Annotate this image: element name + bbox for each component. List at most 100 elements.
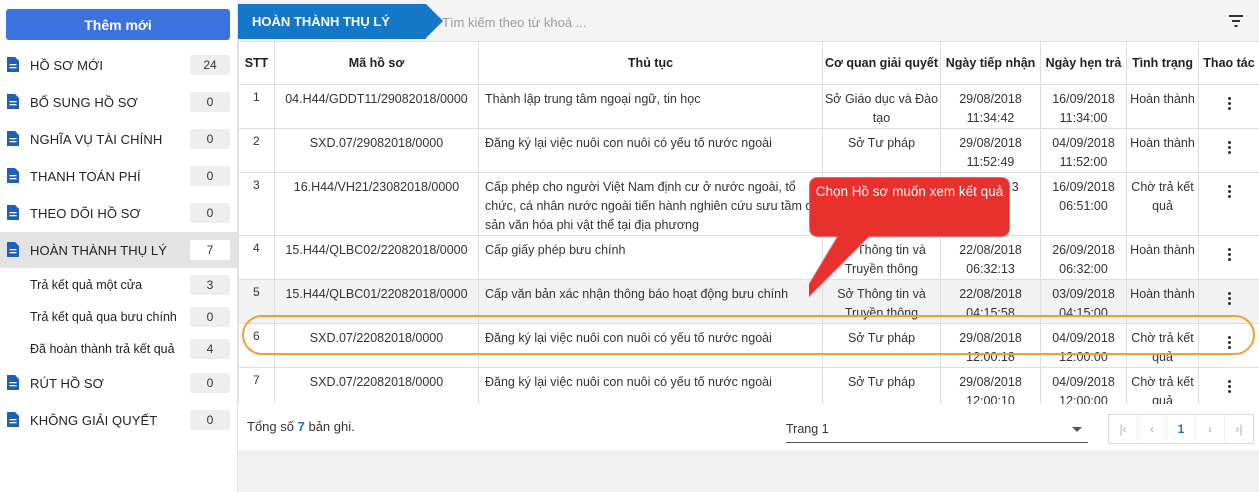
tab-label: HOÀN THÀNH THỤ LÝ bbox=[252, 14, 390, 29]
sidebar-subitem-da-hoan-thanh-tra-ket-qua[interactable]: Đã hoàn thành trả kết quả 4 bbox=[0, 333, 237, 365]
cell-ma-ho-so: 04.H44/GDDT11/29082018/0000 bbox=[274, 84, 479, 129]
sidebar-subitem-tra-ket-qua-mot-cua[interactable]: Trả kết quả một cửa 3 bbox=[0, 269, 237, 301]
cell-ngay-hen-tra: 04/09/2018 11:52:00 bbox=[1040, 128, 1127, 173]
more-actions-icon[interactable] bbox=[1219, 376, 1239, 396]
sidebar-item-count: 0 bbox=[190, 410, 230, 430]
cell-ma-ho-so: SXD.07/29082018/0000 bbox=[274, 128, 479, 173]
document-icon bbox=[7, 57, 19, 72]
col-header-ngay-hen-tra[interactable]: Ngày hẹn trả bbox=[1040, 41, 1127, 85]
cell-ngay-tiep-nhan: 29/08/2018 12:00:18 bbox=[940, 323, 1041, 368]
callout-text: Chọn Hồ sơ muốn xem kết quả bbox=[815, 184, 1004, 199]
sidebar-item-bo-sung-ho-so[interactable]: BỔ SUNG HỒ SƠ 0 bbox=[0, 84, 237, 120]
total-records: Tổng số 7 bản ghi. bbox=[247, 419, 355, 434]
last-page-icon[interactable]: ›| bbox=[1225, 415, 1253, 443]
more-actions-icon[interactable] bbox=[1219, 93, 1239, 113]
tab-chevron bbox=[426, 4, 443, 38]
col-header-thao-tac: Thao tác bbox=[1198, 41, 1259, 85]
col-header-ngay-tiep-nhan[interactable]: Ngày tiếp nhận bbox=[940, 41, 1041, 85]
cell-co-quan: Sở Tư pháp bbox=[822, 323, 941, 368]
sidebar-item-label: BỔ SUNG HỒ SƠ bbox=[30, 94, 138, 110]
sidebar-item-label: RÚT HỒ SƠ bbox=[30, 375, 104, 391]
cell-ma-ho-so: 16.H44/VH21/23082018/0000 bbox=[274, 172, 479, 236]
cell-stt: 6 bbox=[238, 323, 275, 368]
more-actions-icon[interactable] bbox=[1219, 137, 1239, 157]
col-header-co-quan[interactable]: Cơ quan giải quyết bbox=[822, 41, 941, 85]
current-page-button[interactable]: 1 bbox=[1167, 415, 1196, 443]
cell-stt: 4 bbox=[238, 235, 275, 280]
cell-thao-tac bbox=[1198, 235, 1259, 280]
cell-ma-ho-so: 15.H44/QLBC02/22082018/0000 bbox=[274, 235, 479, 280]
sidebar-subitem-count: 4 bbox=[190, 339, 230, 359]
sidebar-item-thanh-toan-phi[interactable]: THANH TOÁN PHÍ 0 bbox=[0, 158, 237, 194]
table-row[interactable]: 6 SXD.07/22082018/0000 Đăng ký lại việc nu… bbox=[238, 323, 1259, 368]
sidebar-item-count: 7 bbox=[190, 240, 230, 260]
prev-page-icon[interactable]: ‹ bbox=[1138, 415, 1167, 443]
col-header-stt[interactable]: STT bbox=[238, 41, 275, 85]
cell-thu-tuc: Cấp phép cho người Việt Nam định cư ở nư… bbox=[478, 172, 823, 236]
add-new-button[interactable]: Thêm mới bbox=[6, 9, 230, 40]
next-page-icon[interactable]: › bbox=[1196, 415, 1225, 443]
cell-ma-ho-so: SXD.07/22082018/0000 bbox=[274, 323, 479, 368]
cell-thao-tac bbox=[1198, 279, 1259, 324]
sidebar-item-count: 24 bbox=[190, 55, 230, 75]
document-icon bbox=[7, 94, 19, 109]
col-header-thu-tuc[interactable]: Thủ tục bbox=[478, 41, 823, 85]
document-icon bbox=[7, 205, 19, 220]
cell-thao-tac bbox=[1198, 172, 1259, 236]
records-table: STT Mã hồ sơ Thủ tục Cơ quan giải quyết … bbox=[238, 41, 1259, 412]
table-row[interactable]: 3 16.H44/VH21/23082018/0000 Cấp phép cho n… bbox=[238, 172, 1259, 236]
sidebar-item-label: THANH TOÁN PHÍ bbox=[30, 168, 141, 184]
cell-thu-tuc: Cấp văn bản xác nhận thông báo hoạt động… bbox=[478, 279, 823, 324]
col-header-tinh-trang[interactable]: Tình trạng bbox=[1126, 41, 1199, 85]
main-content: HOÀN THÀNH THỤ LÝ STT Mã hồ sơ bbox=[238, 0, 1259, 492]
sidebar-item-rut-ho-so[interactable]: RÚT HỒ SƠ 0 bbox=[0, 365, 237, 401]
table-row[interactable]: 1 04.H44/GDDT11/29082018/0000 Thành lập tr… bbox=[238, 84, 1259, 129]
page-select[interactable]: Trang 1 bbox=[786, 416, 1088, 443]
cell-thao-tac bbox=[1198, 84, 1259, 129]
sidebar-item-label: KHÔNG GIẢI QUYẾT bbox=[30, 412, 158, 428]
first-page-icon[interactable]: |‹ bbox=[1109, 415, 1138, 443]
sidebar-item-count: 0 bbox=[190, 373, 230, 393]
sidebar-item-label: NGHĨA VỤ TÀI CHÍNH bbox=[30, 131, 163, 147]
search-input[interactable] bbox=[442, 9, 1002, 35]
cell-ngay-hen-tra: 04/09/2018 12:00:00 bbox=[1040, 323, 1127, 368]
sidebar-item-hoan-thanh-thu-ly[interactable]: HOÀN THÀNH THỤ LÝ 7 bbox=[0, 232, 237, 268]
cell-thu-tuc: Thành lập trung tâm ngoại ngữ, tin học bbox=[478, 84, 823, 129]
toolbar: HOÀN THÀNH THỤ LÝ bbox=[238, 0, 1259, 41]
cell-stt: 2 bbox=[238, 128, 275, 173]
cell-ngay-hen-tra: 26/09/2018 06:32:00 bbox=[1040, 235, 1127, 280]
cell-thu-tuc: Đăng ký lại việc nuôi con nuôi có yếu tố… bbox=[478, 128, 823, 173]
more-actions-icon[interactable] bbox=[1219, 288, 1239, 308]
cell-tinh-trang: Hoàn thành bbox=[1126, 279, 1199, 324]
col-header-ma-ho-so[interactable]: Mã hồ sơ bbox=[274, 41, 479, 85]
sidebar-item-ho-so-moi[interactable]: HỒ SƠ MỚI 24 bbox=[0, 47, 237, 83]
sidebar-subitem-label: Trả kết quả một cửa bbox=[30, 278, 143, 292]
document-icon bbox=[7, 131, 19, 146]
cell-stt: 1 bbox=[238, 84, 275, 129]
more-actions-icon[interactable] bbox=[1219, 332, 1239, 352]
sidebar-item-label: HOÀN THÀNH THỤ LÝ bbox=[30, 242, 168, 258]
sidebar-item-nghia-vu-tai-chinh[interactable]: NGHĨA VỤ TÀI CHÍNH 0 bbox=[0, 121, 237, 157]
tab-hoan-thanh-thu-ly[interactable]: HOÀN THÀNH THỤ LÝ bbox=[238, 4, 443, 39]
table-row[interactable]: 4 15.H44/QLBC02/22082018/0000 Cấp giấy phé… bbox=[238, 235, 1259, 280]
cell-tinh-trang: Hoàn thành bbox=[1126, 235, 1199, 280]
cell-thao-tac bbox=[1198, 323, 1259, 368]
sidebar: Thêm mới HỒ SƠ MỚI 24 BỔ SUNG HỒ SƠ 0 NGHĨA … bbox=[0, 0, 238, 492]
sidebar-item-count: 0 bbox=[190, 166, 230, 186]
cell-stt: 5 bbox=[238, 279, 275, 324]
more-actions-icon[interactable] bbox=[1219, 244, 1239, 264]
table-row[interactable]: 5 15.H44/QLBC01/22082018/0000 Cấp văn bản … bbox=[238, 279, 1259, 324]
sidebar-subitem-tra-ket-qua-buu-chinh[interactable]: Trả kết quả qua bưu chính 0 bbox=[0, 301, 237, 333]
sidebar-item-theo-doi-ho-so[interactable]: THEO DÕI HỒ SƠ 0 bbox=[0, 195, 237, 231]
caret-down-icon bbox=[1072, 427, 1082, 432]
filter-icon[interactable] bbox=[1229, 15, 1243, 27]
document-icon bbox=[7, 242, 19, 257]
sidebar-subitem-label: Đã hoàn thành trả kết quả bbox=[30, 342, 175, 356]
cell-ngay-tiep-nhan: 29/08/2018 11:52:49 bbox=[940, 128, 1041, 173]
pagination: |‹ ‹ 1 › ›| bbox=[1108, 414, 1254, 444]
sidebar-item-khong-giai-quyet[interactable]: KHÔNG GIẢI QUYẾT 0 bbox=[0, 402, 237, 438]
cell-thao-tac bbox=[1198, 128, 1259, 173]
cell-thu-tuc: Cấp giấy phép bưu chính bbox=[478, 235, 823, 280]
table-row[interactable]: 2 SXD.07/29082018/0000 Đăng ký lại việc nu… bbox=[238, 128, 1259, 173]
more-actions-icon[interactable] bbox=[1219, 181, 1239, 201]
